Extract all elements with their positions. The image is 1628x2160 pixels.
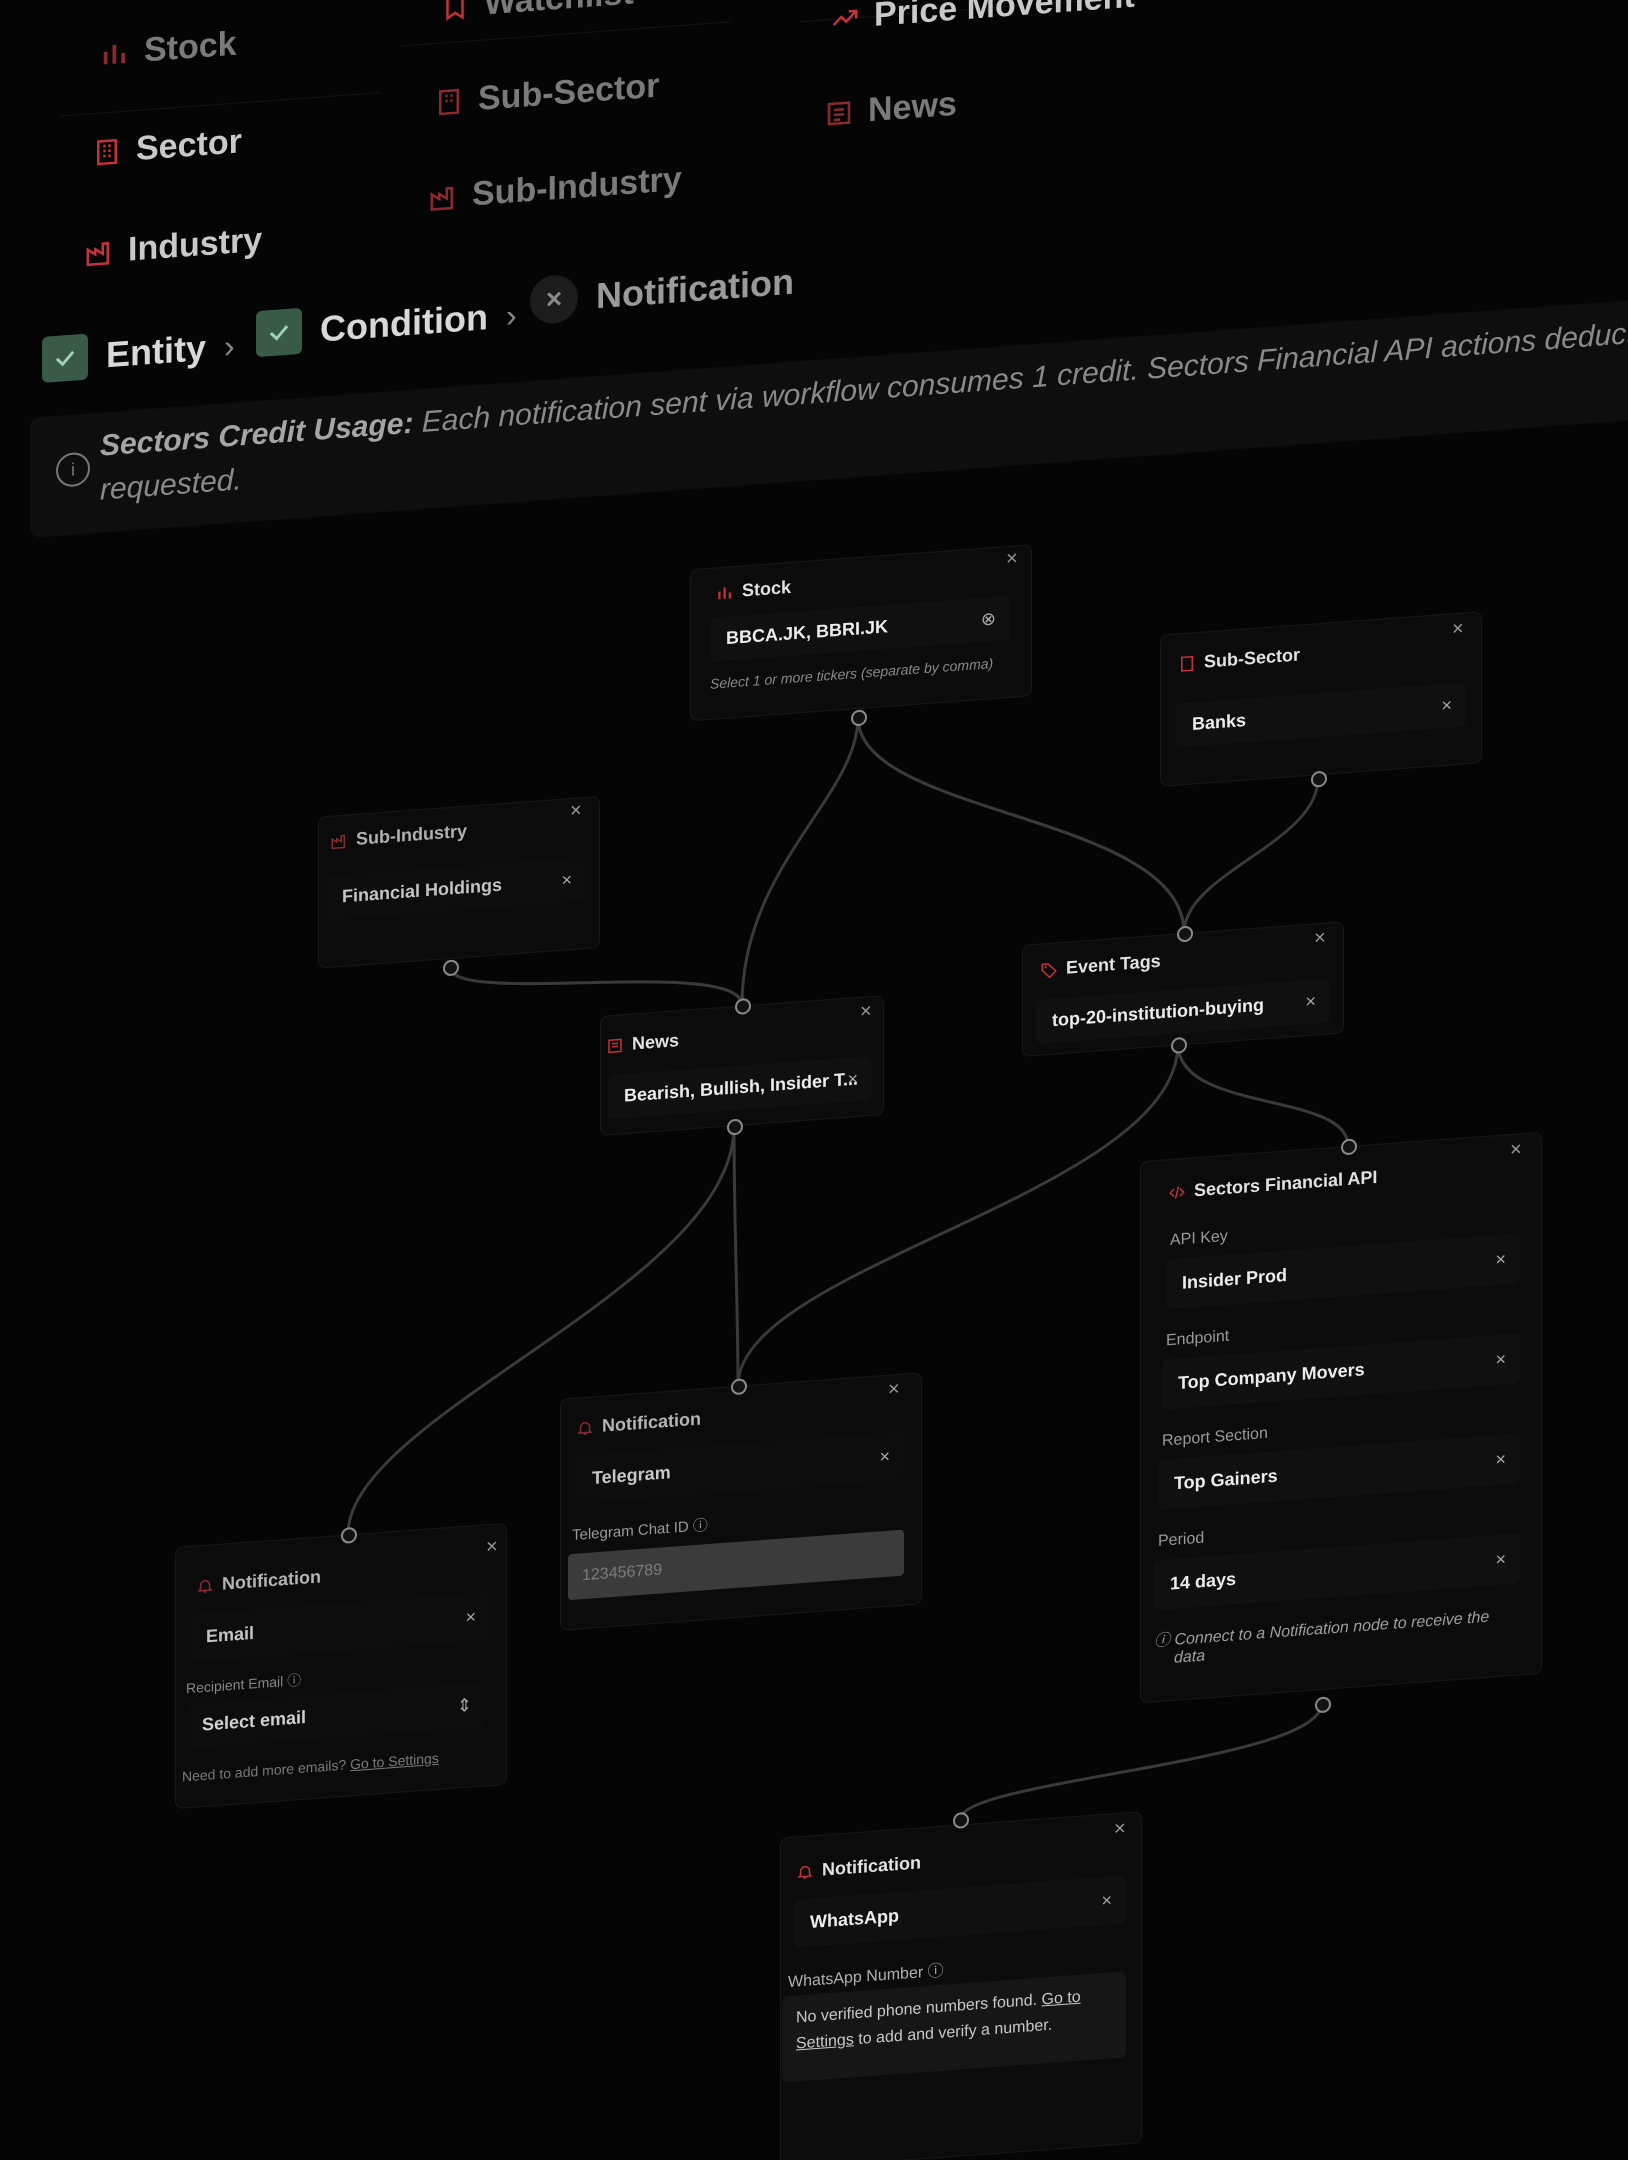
close-icon[interactable]: × <box>1495 1349 1506 1371</box>
close-icon[interactable]: × <box>1314 927 1326 951</box>
bell-icon <box>576 1418 594 1437</box>
close-icon[interactable]: × <box>1101 1890 1112 1912</box>
close-icon[interactable]: × <box>1114 1817 1126 1841</box>
close-icon[interactable]: × <box>1305 991 1316 1013</box>
edge-api-whatsapp <box>958 1702 1324 1820</box>
close-icon[interactable]: × <box>570 799 582 823</box>
edge-stock-event <box>856 716 1186 934</box>
close-icon[interactable]: × <box>486 1535 498 1559</box>
period-label: Period <box>1158 1529 1205 1550</box>
close-icon[interactable]: × <box>847 1068 858 1090</box>
workflow-canvas: Stock Sector Industry Watchlist Sub-Sect… <box>0 0 1628 2160</box>
info-icon: ⓘ <box>1154 1632 1171 1651</box>
info-icon: ⓘ <box>287 1671 302 1689</box>
close-icon[interactable]: × <box>888 1378 900 1402</box>
settings-link[interactable]: Settings <box>796 2031 854 2052</box>
edge-stock-news <box>740 716 860 1006</box>
edge-event-api <box>1176 1043 1350 1147</box>
code-icon <box>1168 1182 1186 1201</box>
bell-icon <box>796 1862 814 1881</box>
edge-news-telegram <box>732 1125 740 1386</box>
close-icon[interactable]: × <box>1441 695 1452 717</box>
close-icon[interactable]: × <box>860 1000 872 1024</box>
close-icon[interactable]: × <box>465 1607 476 1629</box>
close-icon[interactable]: × <box>1452 618 1464 642</box>
go-to-link[interactable]: Go to <box>1042 1989 1081 2009</box>
close-icon[interactable]: × <box>1510 1138 1522 1162</box>
tag-icon <box>1040 960 1058 979</box>
info-icon: ⓘ <box>692 1517 708 1536</box>
close-icon[interactable]: × <box>561 869 572 891</box>
close-icon[interactable]: × <box>1006 547 1018 571</box>
info-icon: ⓘ <box>927 1962 944 1981</box>
close-icon[interactable]: × <box>1495 1249 1506 1271</box>
chevron-updown-icon[interactable]: ⇕ <box>457 1695 472 1717</box>
building-icon <box>1178 654 1196 673</box>
chart-bars-icon <box>716 583 734 602</box>
factory-icon <box>330 831 348 850</box>
close-icon[interactable]: × <box>879 1446 890 1468</box>
bell-icon <box>196 1576 214 1595</box>
edge-subsector-event <box>1182 778 1320 934</box>
close-icon[interactable]: × <box>1495 1449 1506 1471</box>
perspective-plane: Stock Sector Industry Watchlist Sub-Sect… <box>0 0 1628 2160</box>
clear-circle-icon[interactable]: ⊗ <box>981 608 996 630</box>
close-icon[interactable]: × <box>1495 1549 1506 1571</box>
newspaper-icon <box>606 1036 624 1055</box>
